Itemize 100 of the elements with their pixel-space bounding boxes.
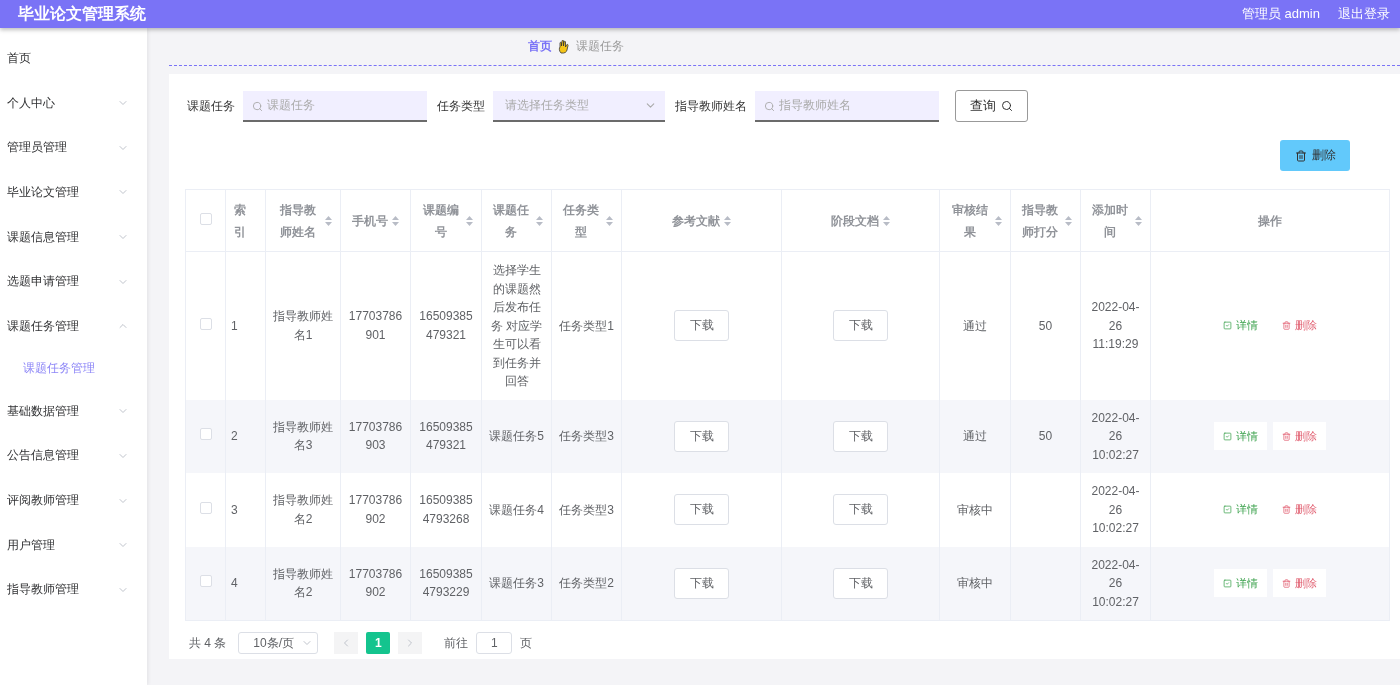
sort-icon[interactable] xyxy=(325,215,332,226)
column-header: 参考文献 xyxy=(672,212,720,230)
table-cell: 任务类型3 xyxy=(559,502,614,517)
row-delete-button[interactable]: 删除 xyxy=(1273,422,1326,451)
breadcrumb-item[interactable]: 首页 xyxy=(528,38,552,55)
page-input[interactable]: 1 xyxy=(476,632,513,654)
user-link[interactable]: 管理员 admin xyxy=(1241,5,1320,23)
table-cell: 课题任务4 xyxy=(489,502,544,517)
column-header: 操作 xyxy=(1258,212,1282,230)
menu-item[interactable]: 用户管理 xyxy=(0,522,147,568)
table-cell: 2022-04-26 10:02:27 xyxy=(1091,557,1140,609)
download-button[interactable]: 下载 xyxy=(833,567,888,599)
column-header: 课题任务 xyxy=(492,201,530,241)
table-cell: 16509385479321 xyxy=(419,419,473,453)
table-cell: 17703786901 xyxy=(348,309,403,342)
column-header: 审核结果 xyxy=(950,201,989,241)
checkbox[interactable] xyxy=(199,317,212,330)
menu-item[interactable]: 首页 xyxy=(0,36,147,81)
table-cell: 审核中 xyxy=(957,576,993,590)
table-cell: 17703786902 xyxy=(348,493,403,526)
column-header: 指导教师打分 xyxy=(1021,201,1059,241)
sort-icon[interactable] xyxy=(995,215,1002,226)
search-icon xyxy=(1001,100,1013,112)
table-cell: 指导教师姓名2 xyxy=(273,493,333,526)
sort-icon[interactable] xyxy=(883,215,890,226)
detail-icon xyxy=(1223,321,1232,331)
trash-icon xyxy=(1282,505,1291,515)
trash-icon xyxy=(1282,578,1291,588)
sort-icon[interactable] xyxy=(1135,215,1142,226)
column-header: 任务类型 xyxy=(562,201,600,241)
detail-icon xyxy=(1223,431,1232,441)
table-cell: 任务类型3 xyxy=(559,429,614,443)
detail-icon xyxy=(1223,505,1232,515)
search-field[interactable]: 指导教师姓名 xyxy=(755,90,939,122)
detail-button[interactable]: 详情 xyxy=(1214,422,1267,451)
table-cell: 16509385479321 xyxy=(419,309,473,342)
prev-page-button[interactable] xyxy=(334,632,359,654)
trash-icon xyxy=(1294,149,1307,162)
detail-button[interactable]: 详情 xyxy=(1214,569,1267,598)
field-label: 课题任务 xyxy=(187,97,235,115)
menu-item[interactable]: 课题任务管理 xyxy=(0,304,147,349)
table-cell: 2022-04-26 10:02:27 xyxy=(1091,484,1140,535)
search-icon xyxy=(764,100,775,112)
menu-item[interactable]: 评阅教师管理 xyxy=(0,478,147,523)
sort-icon[interactable] xyxy=(392,215,399,226)
checkbox[interactable] xyxy=(199,575,212,587)
sort-icon[interactable] xyxy=(1065,215,1072,226)
table-cell: 17703786902 xyxy=(348,566,403,600)
checkbox[interactable] xyxy=(199,212,212,225)
sort-icon[interactable] xyxy=(606,215,613,226)
table-cell: 50 xyxy=(1038,429,1053,443)
delete-button[interactable]: 删除 xyxy=(1280,140,1350,171)
goto-label: 前往 xyxy=(444,634,469,652)
menu-item[interactable]: 选题申请管理 xyxy=(0,259,147,305)
download-button[interactable]: 下载 xyxy=(833,310,888,342)
next-page-button[interactable] xyxy=(398,632,423,654)
table-cell: 选择学生的课题然后发布任务 对应学生可以看到任务并回答 xyxy=(490,263,543,388)
menu-item[interactable]: 基础数据管理 xyxy=(0,388,147,434)
download-button[interactable]: 下载 xyxy=(833,494,888,526)
breadcrumb-item: 课题任务 xyxy=(576,38,624,55)
table-cell: 1 xyxy=(231,318,238,333)
field-label: 任务类型 xyxy=(437,97,485,115)
table-cell: 17703786903 xyxy=(348,419,403,453)
column-header: 索引 xyxy=(234,201,247,241)
sort-icon[interactable] xyxy=(466,215,473,226)
menu-item[interactable]: 管理员管理 xyxy=(0,125,147,171)
column-header: 课题编号 xyxy=(421,201,460,241)
download-button[interactable]: 下载 xyxy=(674,567,729,599)
checkbox[interactable] xyxy=(199,501,212,514)
logout-link[interactable]: 退出登录 xyxy=(1338,5,1390,23)
app-title: 毕业论文管理系统 xyxy=(18,3,147,24)
download-button[interactable]: 下载 xyxy=(674,420,729,452)
column-header: 指导教师姓名 xyxy=(278,201,317,241)
detail-icon xyxy=(1223,578,1232,588)
menu-item[interactable]: 指导教师管理 xyxy=(0,567,147,613)
download-button[interactable]: 下载 xyxy=(674,494,729,526)
table-cell: 指导教师姓名1 xyxy=(273,309,333,342)
table-cell: 课题任务3 xyxy=(489,576,544,590)
table-cell: 2022-04-26 11:19:29 xyxy=(1091,300,1140,351)
menu-item[interactable]: 公告信息管理 xyxy=(0,433,147,479)
page-size-select[interactable]: 10条/页 xyxy=(238,632,319,654)
menu-item[interactable]: 毕业论文管理 xyxy=(0,170,147,215)
row-delete-button[interactable]: 删除 xyxy=(1273,569,1326,598)
search-field[interactable]: 课题任务 xyxy=(243,90,427,122)
query-button[interactable]: 查询 xyxy=(955,90,1028,122)
sort-icon[interactable] xyxy=(724,215,731,226)
menu-item[interactable]: 个人中心 xyxy=(0,80,147,126)
checkbox[interactable] xyxy=(199,428,212,440)
column-header: 手机号 xyxy=(352,212,388,230)
table-cell: 课题任务5 xyxy=(489,429,544,443)
menu-item[interactable]: 课题信息管理 xyxy=(0,214,147,260)
download-button[interactable]: 下载 xyxy=(674,310,729,342)
table-cell: 通过 xyxy=(963,429,987,443)
trash-icon xyxy=(1282,321,1291,331)
search-icon xyxy=(252,100,263,112)
download-button[interactable]: 下载 xyxy=(833,420,888,452)
sort-icon[interactable] xyxy=(536,215,543,226)
table-cell: 通过 xyxy=(963,318,987,333)
table-cell: 2022-04-26 10:02:27 xyxy=(1091,410,1140,462)
table-cell: 指导教师姓名3 xyxy=(273,419,333,453)
